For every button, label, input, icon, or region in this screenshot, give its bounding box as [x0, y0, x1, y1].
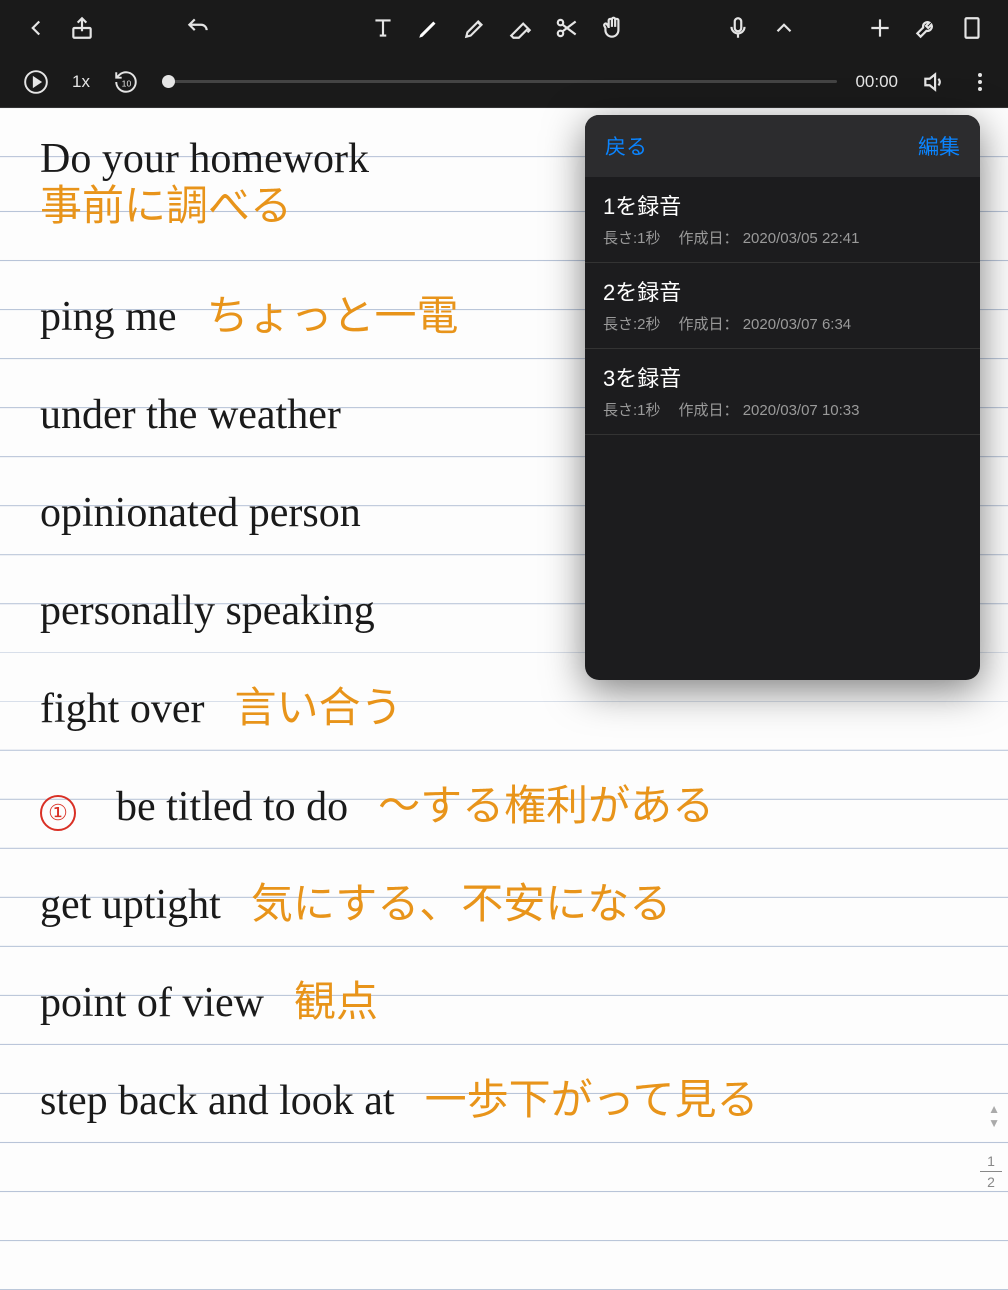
circled-number: ① [40, 795, 76, 831]
scissors-tool-button[interactable] [549, 10, 585, 46]
scroll-arrows[interactable]: ▲▼ [988, 1102, 1000, 1130]
hw-text: under the weather [40, 394, 341, 436]
wrench-icon[interactable] [908, 10, 944, 46]
playback-bar: 1x 10 00:00 [0, 56, 1008, 108]
recording-title: 1を録音 [603, 189, 962, 221]
hw-text: fight over [40, 688, 204, 730]
play-button[interactable] [18, 64, 54, 100]
hw-annotation: 事前に調べる [40, 186, 292, 228]
hw-text: point of view [40, 982, 264, 1024]
recording-item[interactable]: 3を録音 長さ:1秒 作成日： 2020/03/07 10:33 [585, 349, 980, 435]
svg-text:10: 10 [122, 78, 132, 88]
volume-button[interactable] [916, 64, 952, 100]
popover-back-button[interactable]: 戻る [605, 131, 647, 161]
time-display: 00:00 [855, 72, 898, 92]
back-button[interactable] [18, 10, 54, 46]
hw-text: Do your homework [40, 138, 369, 180]
popover-edit-button[interactable]: 編集 [918, 131, 960, 161]
hw-annotation: 気にする、不安になる [251, 884, 671, 926]
top-toolbar [0, 0, 1008, 56]
hw-text: step back and look at [40, 1080, 395, 1122]
more-button[interactable] [970, 73, 990, 91]
page-icon[interactable] [954, 10, 990, 46]
playback-timeline[interactable] [162, 80, 837, 83]
hw-annotation: 〜する権利がある [378, 786, 714, 828]
recording-item[interactable]: 1を録音 長さ:1秒 作成日： 2020/03/05 22:41 [585, 177, 980, 263]
add-button[interactable] [862, 10, 898, 46]
playhead[interactable] [162, 75, 175, 88]
hw-annotation: 一歩下がって見る [425, 1080, 759, 1122]
recording-item[interactable]: 2を録音 長さ:2秒 作成日： 2020/03/07 6:34 [585, 263, 980, 349]
hw-annotation: 言い合う [234, 688, 402, 730]
text-tool-button[interactable] [365, 10, 401, 46]
mic-button[interactable] [720, 10, 756, 46]
hw-annotation: 観点 [294, 982, 378, 1024]
page-indicator: 1 2 [980, 1153, 1002, 1190]
popover-header: 戻る 編集 [585, 115, 980, 177]
rewind-10-button[interactable]: 10 [108, 64, 144, 100]
recording-title: 2を録音 [603, 275, 962, 307]
chevron-up-icon[interactable] [766, 10, 802, 46]
highlighter-tool-button[interactable] [457, 10, 493, 46]
recording-length: 長さ:1秒 [603, 399, 661, 420]
recording-date: 2020/03/05 22:41 [743, 230, 860, 247]
total-pages: 2 [980, 1174, 1002, 1190]
recording-length: 長さ:1秒 [603, 227, 661, 248]
recording-date: 2020/03/07 10:33 [743, 402, 860, 419]
pen-tool-button[interactable] [411, 10, 447, 46]
current-page: 1 [980, 1153, 1002, 1169]
hw-text: personally speaking [40, 590, 375, 632]
share-button[interactable] [64, 10, 100, 46]
recording-date: 2020/03/07 6:34 [743, 316, 851, 333]
hw-text: get uptight [40, 884, 221, 926]
hw-text: ping me [40, 296, 176, 338]
speed-label[interactable]: 1x [72, 72, 90, 92]
recordings-popover: 戻る 編集 1を録音 長さ:1秒 作成日： 2020/03/05 22:41 2… [585, 115, 980, 680]
hand-tool-button[interactable] [595, 10, 631, 46]
recording-length: 長さ:2秒 [603, 313, 661, 334]
recording-title: 3を録音 [603, 361, 962, 393]
hw-text: opinionated person [40, 492, 361, 534]
hw-text: be titled to do [116, 786, 348, 828]
eraser-tool-button[interactable] [503, 10, 539, 46]
hw-annotation: ちょっと一電 [206, 296, 458, 338]
undo-button[interactable] [180, 10, 216, 46]
